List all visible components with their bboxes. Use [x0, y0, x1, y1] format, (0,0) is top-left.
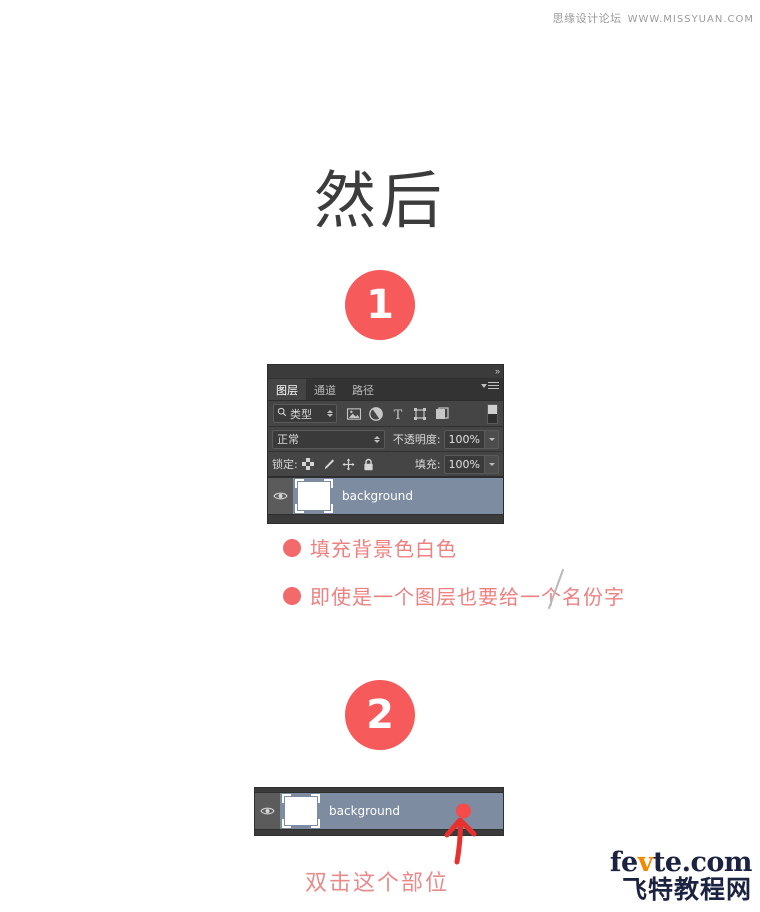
layer-list: background [268, 477, 503, 515]
filter-enable-toggle[interactable] [487, 403, 498, 424]
lock-position-icon[interactable] [342, 458, 355, 471]
fill-field[interactable]: 100% [443, 454, 499, 474]
panel-menu-triangle-icon [481, 383, 487, 388]
photoshop-layers-panel: » 图层 通道 路径 类型 T 正常 不透明度: 100% 锁定: 填充: 10… [268, 365, 503, 523]
tab-channels[interactable]: 通道 [306, 379, 344, 400]
lock-transparent-pixels-icon[interactable] [302, 458, 315, 471]
smart-object-filter-icon[interactable] [435, 406, 449, 421]
watermark: 思缘设计论坛 WWW.MISSYUAN.COM [553, 10, 754, 26]
lock-row: 锁定: 填充: 100% [268, 452, 503, 477]
panel-titlebar: » [268, 365, 503, 379]
note-name-layer: 即使是一个图层也要给一个名份字 [283, 581, 625, 610]
logo-chinese: 飞特教程网 [621, 875, 752, 904]
layer-thumbnail[interactable] [295, 479, 333, 513]
pointer-arrow-icon [444, 818, 477, 865]
blend-mode-value: 正常 [277, 433, 299, 446]
opacity-field[interactable]: 100% [443, 429, 499, 449]
pixel-layer-filter-icon[interactable] [347, 407, 361, 421]
fill-label: 填充: [414, 458, 441, 471]
fill-dropdown-icon[interactable] [484, 455, 498, 473]
filter-type-label: 类型 [290, 407, 312, 421]
fevte-logo: fevte.com 飞特教程网 [609, 847, 753, 904]
watermark-forum: 思缘设计论坛 [552, 12, 622, 25]
logo-en-v: v [637, 847, 654, 878]
blend-mode-dropdown[interactable]: 正常 [272, 429, 385, 449]
blend-mode-stepper-icon[interactable] [373, 435, 380, 443]
opacity-dropdown-icon[interactable] [484, 430, 498, 448]
page-title: 然后 [313, 164, 446, 237]
red-target-dot-icon [456, 803, 471, 819]
lock-icon-group [302, 458, 375, 471]
filter-icon-group: T [347, 406, 449, 421]
tab-paths[interactable]: 路径 [344, 379, 382, 400]
caption-double-click: 双击这个部位 [305, 871, 450, 896]
panel-tab-bar: 图层 通道 路径 [268, 379, 503, 401]
tab-layers[interactable]: 图层 [268, 379, 306, 400]
lock-label: 锁定: [272, 458, 298, 471]
search-icon [277, 407, 287, 420]
type-layer-filter-icon[interactable]: T [391, 407, 405, 421]
step-badge-1: 1 [345, 270, 415, 340]
logo-en-before: fe [609, 847, 638, 878]
bullet-dot-icon [283, 586, 301, 605]
layer-row-background[interactable]: background [268, 477, 503, 515]
layer-name-label[interactable]: background [329, 804, 400, 818]
shape-layer-filter-icon[interactable] [413, 407, 427, 421]
note-text: 填充背景色白色 [310, 537, 457, 561]
logo-en-after: te.com [652, 847, 753, 878]
layer-thumbnail[interactable] [282, 794, 320, 828]
svg-text:T: T [394, 408, 403, 421]
fill-value: 100% [448, 457, 480, 471]
opacity-label: 不透明度: [392, 433, 441, 446]
opacity-value: 100% [448, 432, 480, 446]
lock-image-pixels-icon[interactable] [322, 458, 335, 471]
bullet-dot-icon [283, 538, 301, 557]
blend-mode-row: 正常 不透明度: 100% [268, 427, 503, 452]
adjustment-layer-filter-icon[interactable] [369, 406, 383, 421]
note-text: 即使是一个图层也要给一个名份字 [310, 585, 625, 609]
panel-menu-icon[interactable] [481, 382, 499, 389]
logo-english: fevte.com [609, 847, 753, 878]
panel-footer [268, 515, 503, 523]
panel-menu-bars-icon [488, 382, 499, 389]
lock-all-icon[interactable] [362, 458, 375, 471]
watermark-url: WWW.MISSYUAN.COM [627, 14, 754, 25]
eye-icon[interactable] [268, 478, 293, 514]
note-fill-background: 填充背景色白色 [283, 533, 457, 562]
layer-filter-row: 类型 T [268, 401, 503, 427]
step-badge-2: 2 [345, 680, 415, 750]
eye-icon[interactable] [255, 793, 280, 829]
filter-type-dropdown[interactable]: 类型 [273, 404, 337, 423]
collapse-panel-icon[interactable]: » [495, 366, 500, 377]
layer-name-label[interactable]: background [342, 489, 413, 503]
filter-type-stepper-icon[interactable] [327, 410, 333, 417]
